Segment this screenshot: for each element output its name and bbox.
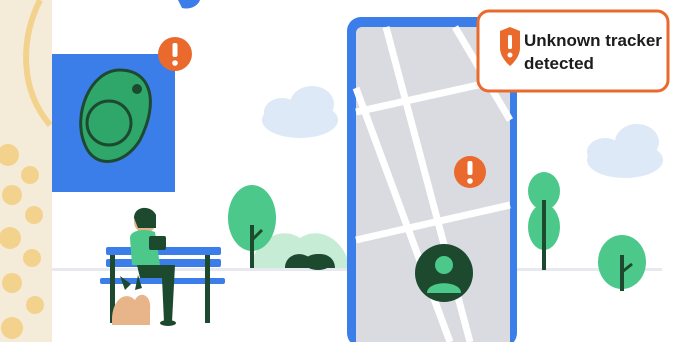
tree-icon	[528, 172, 560, 270]
cloud-icon	[262, 86, 338, 138]
alert-badge-icon	[454, 156, 486, 188]
left-decorative-strip	[0, 0, 53, 342]
tree-icon	[598, 235, 646, 291]
person-pin-icon	[415, 244, 473, 302]
partial-logo-mark	[178, 0, 200, 9]
notification-subtitle: detected	[524, 54, 594, 73]
notification-text: Unknown tracker detected	[524, 29, 664, 75]
notification-title: Unknown tracker	[524, 31, 662, 50]
cloud-icon	[587, 124, 663, 178]
tracker-card	[52, 37, 192, 192]
alert-badge-icon	[158, 37, 192, 71]
illustration-scene: Unknown tracker detected	[0, 0, 675, 347]
